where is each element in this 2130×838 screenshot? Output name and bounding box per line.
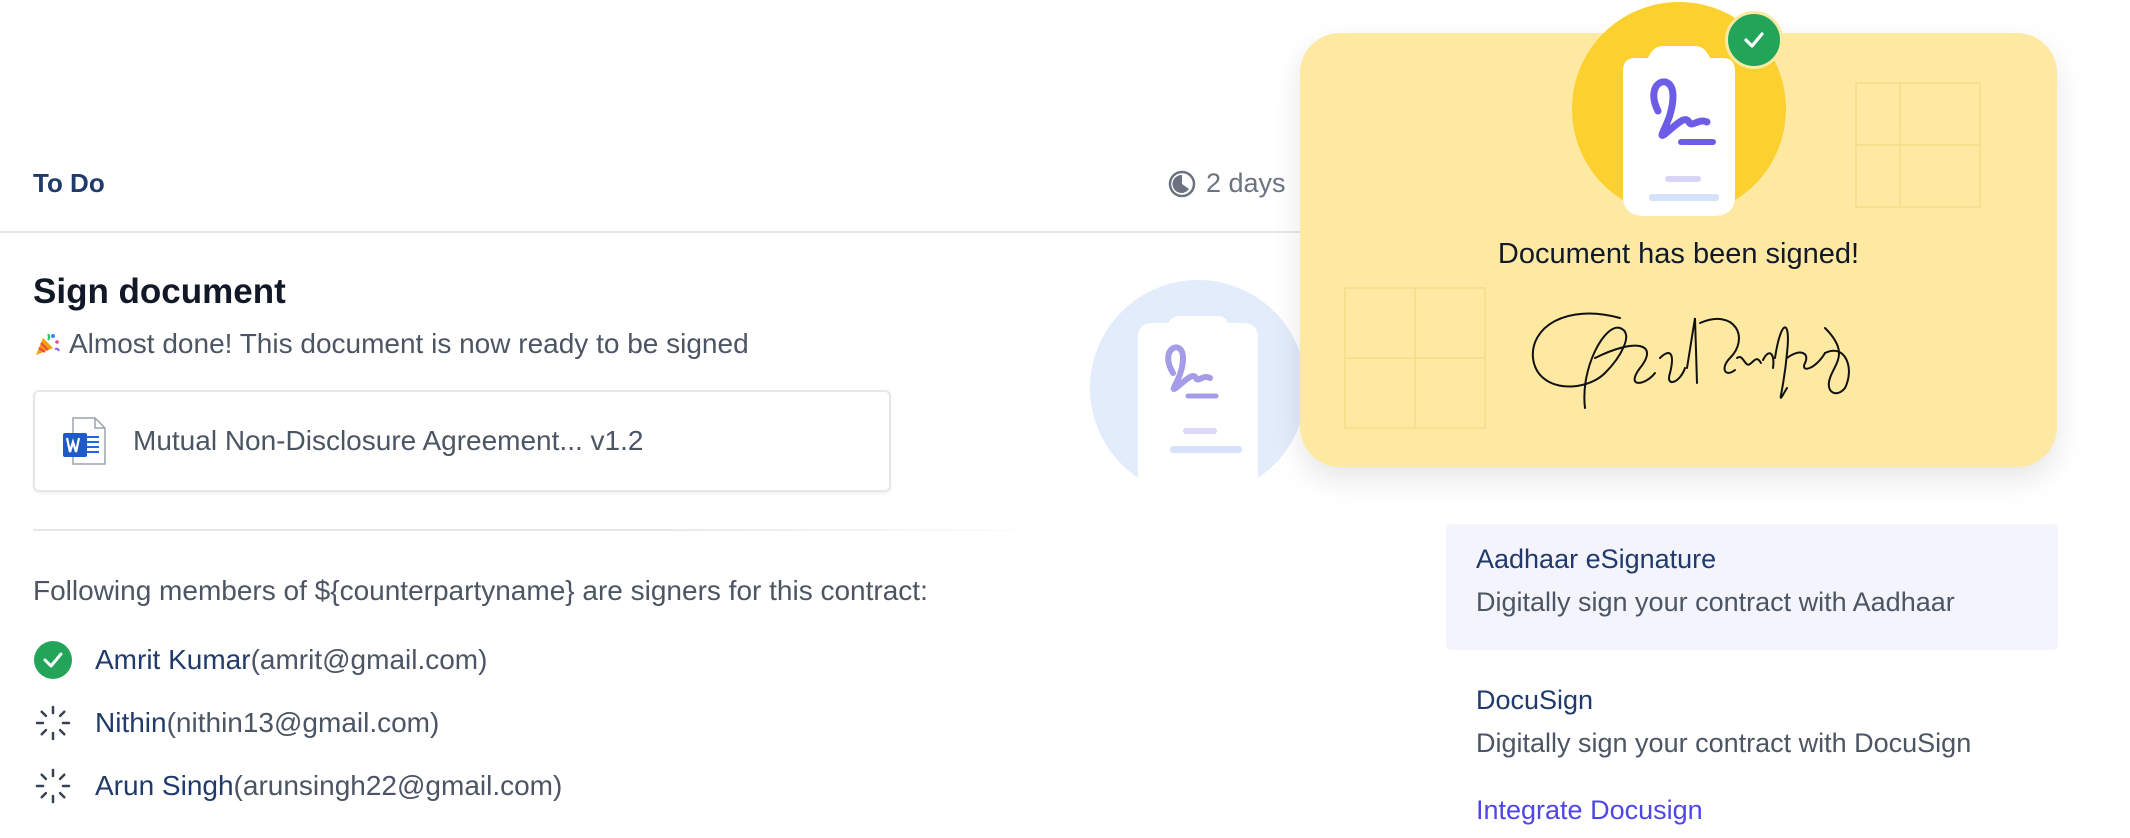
signer-email: (amrit@gmail.com) <box>250 644 488 675</box>
section-divider <box>33 529 1053 531</box>
subtitle-text: Almost done! This document is now ready … <box>69 328 749 359</box>
page-title: Sign document <box>33 272 286 311</box>
signed-check-icon <box>33 640 73 680</box>
signer-email: (nithin13@gmail.com) <box>166 707 440 738</box>
party-popper-icon <box>36 333 60 355</box>
signer-email: (arunsingh22@gmail.com) <box>233 770 563 801</box>
signature-image <box>1531 312 1850 409</box>
signed-message: Document has been signed! <box>1497 238 1860 270</box>
signer-row: Arun Singh (arunsingh22@gmail.com) <box>33 766 562 806</box>
option-description: Digitally sign your contract with Aadhaa… <box>1476 587 1955 617</box>
success-check-icon <box>1725 11 1783 69</box>
signer-name: Amrit Kumar <box>95 644 251 675</box>
signer-row: Amrit Kumar (amrit@gmail.com) <box>33 640 487 680</box>
signer-name: Arun Singh <box>95 770 234 801</box>
pending-spinner-icon <box>33 703 73 743</box>
word-doc-icon <box>63 417 106 465</box>
docusign-option[interactable]: DocuSign Digitally sign your contract wi… <box>1446 665 2058 785</box>
due-timer: 2 days <box>1168 168 1286 199</box>
timer-text: 2 days <box>1206 168 1286 198</box>
option-title: Aadhaar eSignature <box>1476 544 1717 574</box>
aadhaar-esignature-option[interactable]: Aadhaar eSignature Digitally sign your c… <box>1446 524 2058 650</box>
document-card[interactable]: Mutual Non-Disclosure Agreement... v1.2 <box>33 390 891 492</box>
signer-row: Nithin (nithin13@gmail.com) <box>33 703 439 743</box>
signer-name: Nithin <box>95 707 167 738</box>
integrate-docusign-link[interactable]: Integrate Docusign <box>1476 795 1703 826</box>
signers-intro: Following members of ${counterpartyname}… <box>33 575 928 606</box>
signed-document-icon <box>1623 46 1735 216</box>
header-divider <box>0 231 1300 233</box>
document-name: Mutual Non-Disclosure Agreement... v1.2 <box>133 425 644 456</box>
option-title: DocuSign <box>1476 685 1594 715</box>
clock-icon <box>1168 170 1196 197</box>
pending-spinner-icon <box>33 766 73 806</box>
option-description: Digitally sign your contract with DocuSi… <box>1476 728 1972 758</box>
signature-doc-illustration <box>1090 280 1306 478</box>
sign-document-page: To Do 2 days Sign document Almost done! … <box>0 0 2130 838</box>
page-subtitle: Almost done! This document is now ready … <box>33 328 749 360</box>
section-label: To Do <box>33 168 105 198</box>
